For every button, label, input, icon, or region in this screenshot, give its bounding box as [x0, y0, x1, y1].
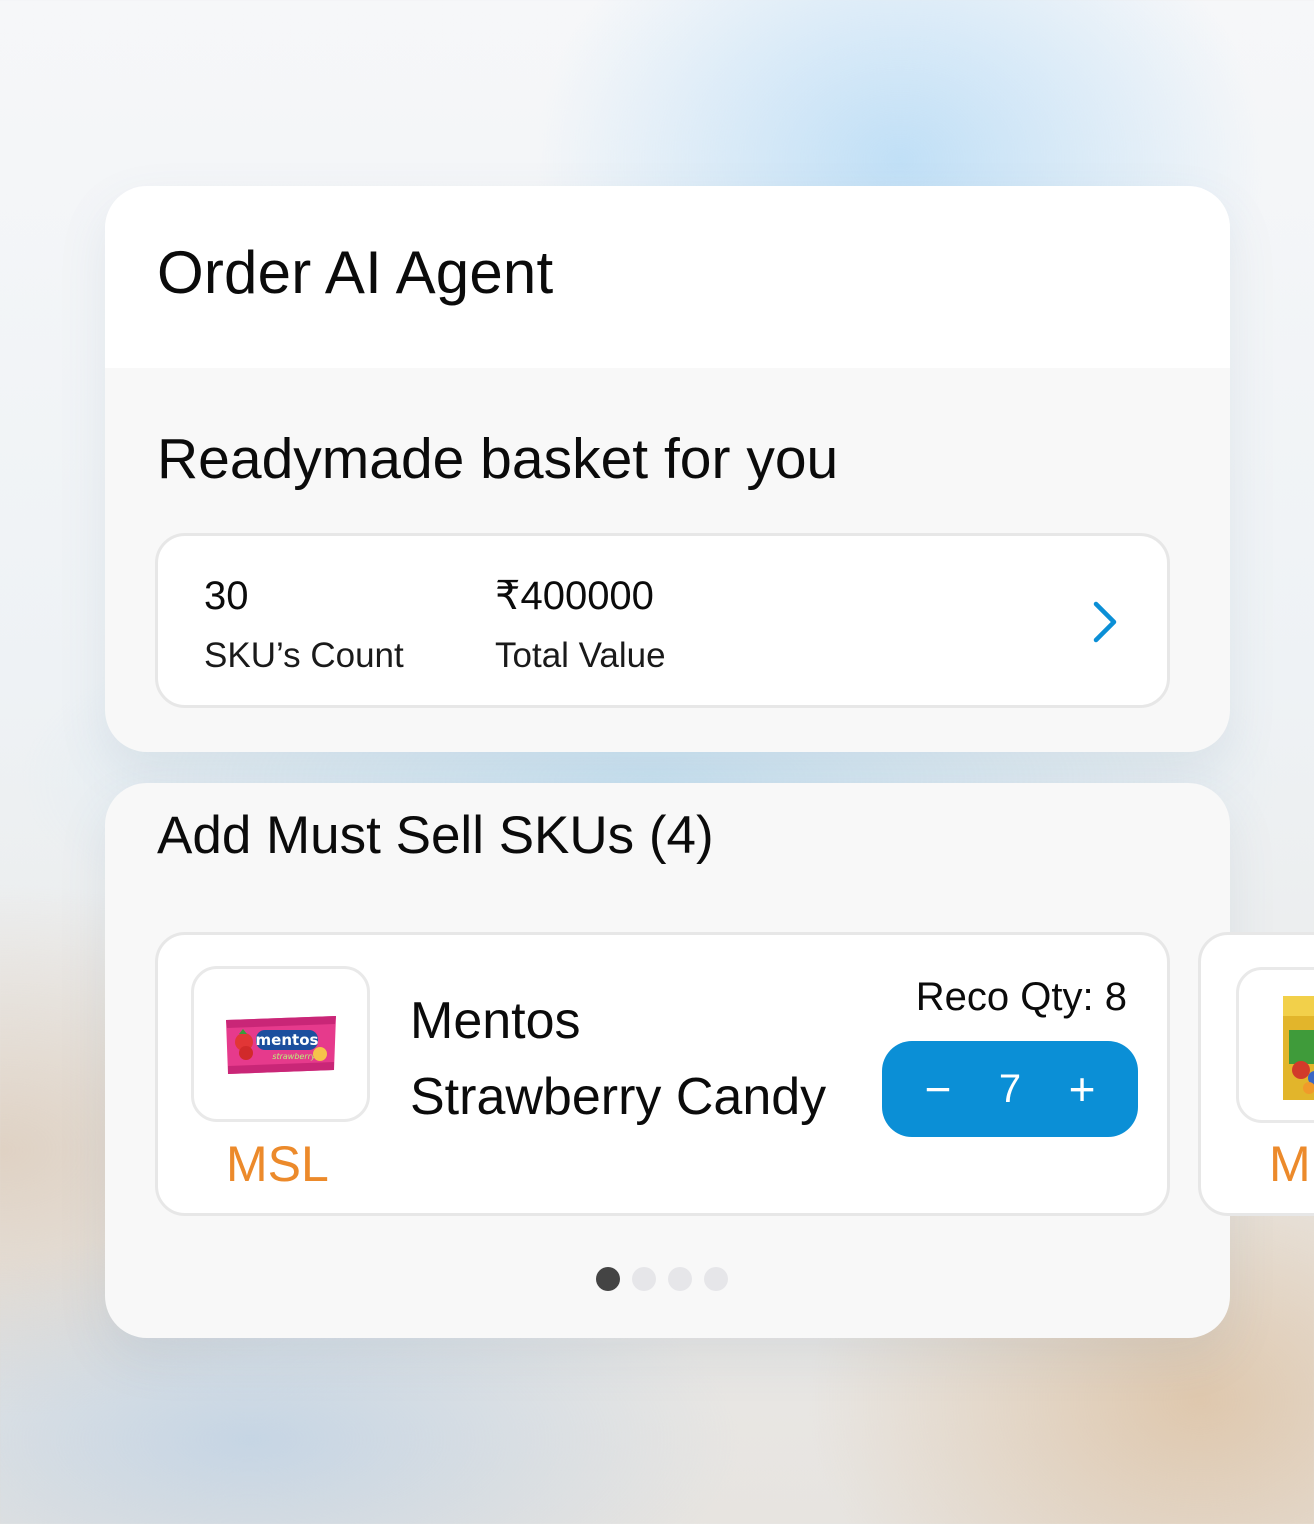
next-msl-badge: M — [1269, 1136, 1311, 1192]
pagination-dot-1[interactable] — [596, 1267, 620, 1291]
product-name: Mentos Strawberry Candy — [410, 983, 870, 1135]
order-agent-card: Order AI Agent Readymade basket for you … — [105, 186, 1230, 752]
product-name-line1: Mentos — [410, 992, 581, 1050]
total-value-amount: ₹400000 — [495, 574, 654, 618]
svg-text:mentos: mentos — [255, 1031, 318, 1049]
carousel-pagination — [596, 1267, 728, 1291]
reco-qty-label: Reco Qty: 8 — [915, 975, 1127, 1019]
card-header: Order AI Agent — [105, 186, 1230, 368]
next-sku-card[interactable]: M — [1198, 932, 1314, 1216]
msl-badge: MSL — [226, 1136, 329, 1192]
chevron-right-icon[interactable] — [1085, 598, 1125, 646]
product-thumbnail: mentos strawberry — [191, 966, 370, 1122]
basket-section-title: Readymade basket for you — [157, 427, 839, 491]
sku-count-label: SKU’s Count — [204, 636, 404, 675]
product-name-line2: Strawberry Candy — [410, 1068, 827, 1126]
sku-count-value: 30 — [204, 574, 249, 618]
next-product-image — [1283, 996, 1314, 1100]
increment-button[interactable]: + — [1062, 1066, 1102, 1112]
readymade-basket-summary[interactable]: 30 SKU’s Count ₹400000 Total Value — [155, 533, 1170, 708]
must-sell-title: Add Must Sell SKUs (4) — [157, 806, 714, 865]
quantity-stepper[interactable]: − 7 + — [882, 1041, 1138, 1137]
pagination-dot-4[interactable] — [704, 1267, 728, 1291]
quantity-value[interactable]: 7 — [999, 1067, 1021, 1112]
must-sell-card: Add Must Sell SKUs (4) mentos strawberry… — [105, 783, 1230, 1338]
total-value-stat: ₹400000 Total Value — [495, 572, 666, 678]
sku-card[interactable]: mentos strawberry MSL Mentos Strawberry … — [155, 932, 1170, 1216]
pagination-dot-3[interactable] — [668, 1267, 692, 1291]
next-product-thumbnail — [1236, 967, 1314, 1123]
pagination-dot-2[interactable] — [632, 1267, 656, 1291]
sku-count-stat: 30 SKU’s Count — [204, 572, 404, 678]
mentos-pack-image: mentos strawberry — [225, 1016, 336, 1074]
svg-text:strawberry: strawberry — [272, 1052, 316, 1061]
total-value-label: Total Value — [495, 636, 666, 675]
decrement-button[interactable]: − — [918, 1066, 958, 1112]
page-title: Order AI Agent — [157, 239, 554, 306]
